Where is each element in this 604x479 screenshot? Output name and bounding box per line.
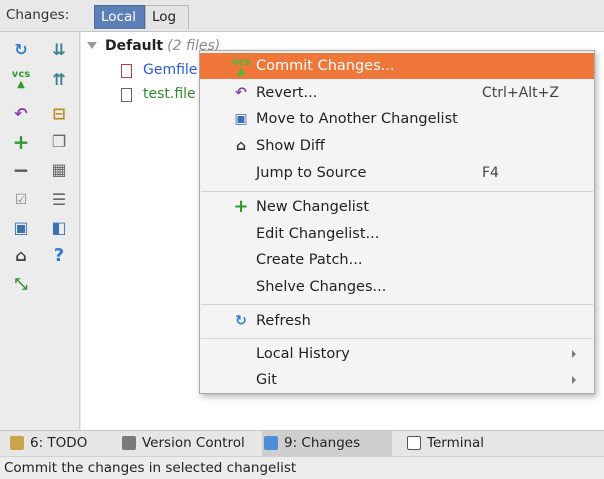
refresh-icon: ↻ xyxy=(235,313,247,329)
group-by-directory-icon[interactable]: ⊟ xyxy=(49,104,69,124)
menu-separator xyxy=(201,338,593,339)
changes-icon xyxy=(264,436,278,450)
show-diff-icon[interactable]: ⌂ xyxy=(11,246,31,266)
move-changelist-icon[interactable]: ▣ xyxy=(11,218,31,238)
jump-to-source-shortcut: F4 xyxy=(482,165,499,181)
expand-icon[interactable]: ⤡ xyxy=(11,274,31,294)
tab-log[interactable]: Log xyxy=(145,5,189,29)
text-file-icon xyxy=(121,88,132,102)
changes-tab-bar: Changes: Local Log xyxy=(0,0,604,32)
version-control-icon xyxy=(122,436,136,450)
revert-icon[interactable]: ↶ xyxy=(11,104,31,124)
menu-item-revert[interactable]: ↶ Revert... Ctrl+Alt+Z xyxy=(200,80,594,106)
revert-icon: ↶ xyxy=(235,85,247,101)
status-bar: Commit the changes in selected changelis… xyxy=(0,456,604,479)
menu-item-move-changelist[interactable]: ▣ Move to Another Changelist xyxy=(200,106,594,132)
terminal-tool-button[interactable]: Terminal xyxy=(405,431,515,456)
tool-window-bar: 6: TODO Version Control 9: Changes Termi… xyxy=(0,430,604,456)
changes-toolbar: ↻ vcs ▲ ↶ + − ☑ ▣ ⌂ ⤡ ⇊ ⇈ ⊟ ❐ ▦ ☰ ◧ ? xyxy=(0,32,80,430)
menu-item-refresh[interactable]: ↻ Refresh xyxy=(200,308,594,334)
file-name: test.file xyxy=(143,86,196,102)
submenu-arrow-icon xyxy=(572,376,576,384)
changes-caption: Changes: xyxy=(6,7,70,23)
todo-tool-button[interactable]: 6: TODO xyxy=(8,431,106,456)
changes-label: 9: Changes xyxy=(284,435,361,451)
new-changelist-icon[interactable]: + xyxy=(11,132,31,152)
revert-shortcut: Ctrl+Alt+Z xyxy=(482,85,559,101)
todo-label: 6: TODO xyxy=(30,435,88,451)
menu-item-new-changelist[interactable]: + New Changelist xyxy=(200,194,594,220)
terminal-icon xyxy=(407,436,421,450)
submenu-arrow-icon xyxy=(572,350,576,358)
preview-diff-icon[interactable]: ◧ xyxy=(49,218,69,238)
file-name: Gemfile xyxy=(143,62,198,78)
copy-icon[interactable]: ❐ xyxy=(49,132,69,152)
help-icon[interactable]: ? xyxy=(49,246,69,266)
changelist-name: Default xyxy=(105,38,164,54)
changes-tool-button[interactable]: 9: Changes xyxy=(262,431,392,456)
move-changelist-icon: ▣ xyxy=(234,111,248,127)
menu-separator xyxy=(201,304,593,305)
version-control-label: Version Control xyxy=(142,435,245,451)
menu-item-create-patch[interactable]: Create Patch... xyxy=(200,247,594,273)
menu-item-jump-to-source[interactable]: Jump to Source F4 xyxy=(200,160,594,186)
todo-icon xyxy=(10,436,24,450)
set-active-changelist-icon[interactable]: ☑ xyxy=(11,190,31,210)
menu-item-shelve-changes[interactable]: Shelve Changes... xyxy=(200,274,594,300)
show-diff-icon: ⌂ xyxy=(235,138,247,154)
menu-item-show-diff[interactable]: ⌂ Show Diff xyxy=(200,133,594,159)
collapse-all-icon[interactable]: ⇈ xyxy=(49,70,69,90)
menu-item-edit-changelist[interactable]: Edit Changelist... xyxy=(200,221,594,247)
settings-list-icon[interactable]: ☰ xyxy=(49,190,69,210)
menu-item-git[interactable]: Git xyxy=(200,367,594,393)
vcs-commit-icon[interactable]: vcs ▲ xyxy=(11,70,31,90)
vcs-commit-icon: vcs ▲ xyxy=(232,57,251,77)
terminal-label: Terminal xyxy=(427,435,485,451)
menu-item-local-history[interactable]: Local History xyxy=(200,341,594,367)
expand-all-icon[interactable]: ⇊ xyxy=(49,40,69,60)
menu-item-commit-changes[interactable]: vcs ▲ Commit Changes... xyxy=(200,53,594,79)
show-ignored-icon[interactable]: ▦ xyxy=(49,160,69,180)
status-text: Commit the changes in selected changelis… xyxy=(4,460,297,476)
version-control-tool-button[interactable]: Version Control xyxy=(120,431,270,456)
tab-local[interactable]: Local xyxy=(94,5,145,29)
collapse-arrow-icon[interactable] xyxy=(87,42,97,49)
ruby-file-icon xyxy=(121,64,132,78)
refresh-icon[interactable]: ↻ xyxy=(11,40,31,60)
context-menu: vcs ▲ Commit Changes... ↶ Revert... Ctrl+… xyxy=(199,50,595,394)
menu-separator xyxy=(201,191,593,192)
plus-icon: + xyxy=(233,196,249,217)
remove-changelist-icon[interactable]: − xyxy=(11,160,31,180)
